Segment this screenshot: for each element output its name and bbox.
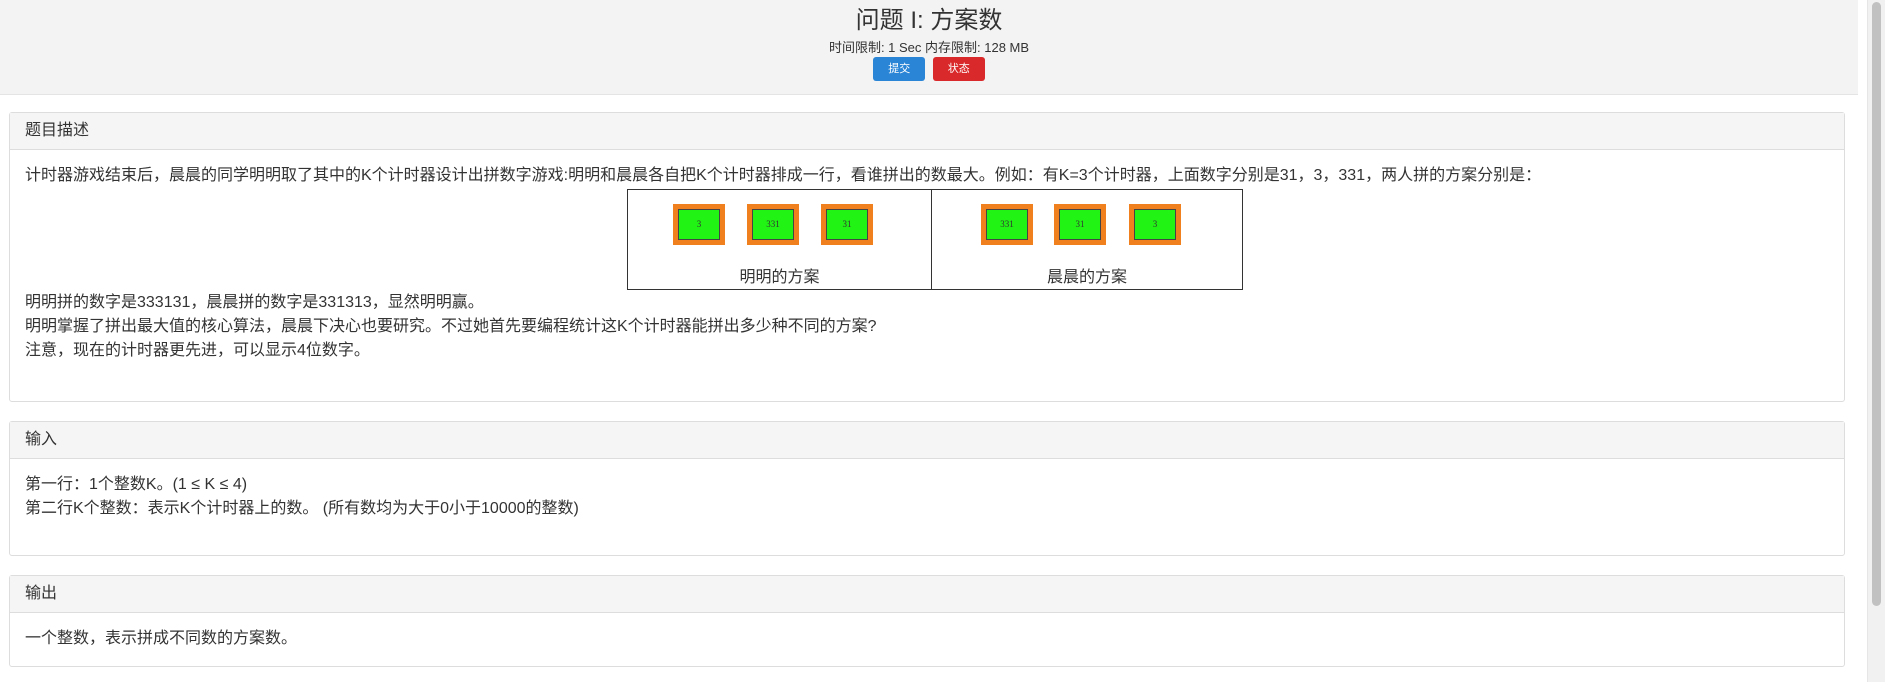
problem-header: 问题 I: 方案数 时间限制: 1 Sec 内存限制: 128 MB 提交 状态 bbox=[0, 0, 1858, 95]
figure-caption-mingming: 明明的方案 bbox=[739, 269, 820, 286]
timer-screen: 3 bbox=[1134, 209, 1176, 240]
description-line: 注意，现在的计时器更先进，可以显示4位数字。 bbox=[25, 342, 370, 359]
input-line: 第一行：1个整数K。(1 ≤ K ≤ 4) bbox=[25, 476, 248, 493]
timer-box: 331 bbox=[747, 204, 799, 245]
timer-screen: 31 bbox=[826, 209, 868, 240]
submit-button[interactable]: 提交 bbox=[873, 57, 926, 81]
output-body: 一个整数，表示拼成不同数的方案数。 bbox=[10, 613, 1844, 665]
output-heading: 输出 bbox=[10, 576, 1844, 613]
input-heading: 输入 bbox=[10, 422, 1844, 459]
timer-figure: 3 331 31 明明的方案 331 31 3 晨晨的方案 bbox=[627, 189, 1243, 290]
timer-box: 3 bbox=[1129, 204, 1181, 245]
limits-text: 时间限制: 1 Sec 内存限制: 128 MB bbox=[828, 40, 1030, 55]
description-intro: 计时器游戏结束后，晨晨的同学明明取了其中的K个计时器设计出拼数字游戏:明明和晨晨… bbox=[25, 167, 1542, 184]
header-buttons: 提交 状态 bbox=[0, 57, 1858, 81]
output-panel: 输出 一个整数，表示拼成不同数的方案数。 bbox=[9, 575, 1845, 667]
description-line: 明明掌握了拼出最大值的核心算法，晨晨下决心也要研究。不过她首先要编程统计这K个计… bbox=[25, 318, 877, 335]
input-body: 第一行：1个整数K。(1 ≤ K ≤ 4) 第二行K个整数：表示K个计时器上的数… bbox=[10, 459, 1844, 535]
figure-cell-mingming: 3 331 31 明明的方案 bbox=[628, 190, 932, 289]
timer-screen: 31 bbox=[1059, 209, 1101, 240]
page-title: 问题 I: 方案数 bbox=[855, 7, 1003, 34]
description-panel: 题目描述 计时器游戏结束后，晨晨的同学明明取了其中的K个计时器设计出拼数字游戏:… bbox=[9, 112, 1845, 402]
timer-screen: 331 bbox=[986, 209, 1028, 240]
timer-box: 331 bbox=[981, 204, 1033, 245]
figure-cell-chenchen: 331 31 3 晨晨的方案 bbox=[932, 190, 1242, 289]
status-button[interactable]: 状态 bbox=[932, 57, 985, 81]
page-scrollbar[interactable] bbox=[1867, 0, 1885, 682]
timer-box: 31 bbox=[821, 204, 873, 245]
timer-box: 31 bbox=[1054, 204, 1106, 245]
output-line: 一个整数，表示拼成不同数的方案数。 bbox=[25, 630, 298, 647]
timer-box: 3 bbox=[673, 204, 725, 245]
description-body: 计时器游戏结束后，晨晨的同学明明取了其中的K个计时器设计出拼数字游戏:明明和晨晨… bbox=[10, 150, 1844, 377]
description-line: 明明拼的数字是333131，晨晨拼的数字是331313，显然明明赢。 bbox=[25, 294, 484, 311]
input-panel: 输入 第一行：1个整数K。(1 ≤ K ≤ 4) 第二行K个整数：表示K个计时器… bbox=[9, 421, 1845, 556]
timer-screen: 3 bbox=[678, 209, 720, 240]
scrollbar-thumb[interactable] bbox=[1872, 2, 1881, 606]
timer-screen: 331 bbox=[752, 209, 794, 240]
input-line: 第二行K个整数：表示K个计时器上的数。 (所有数均为大于0小于10000的整数) bbox=[25, 500, 579, 517]
figure-caption-chenchen: 晨晨的方案 bbox=[1046, 269, 1127, 286]
description-heading: 题目描述 bbox=[10, 113, 1844, 150]
